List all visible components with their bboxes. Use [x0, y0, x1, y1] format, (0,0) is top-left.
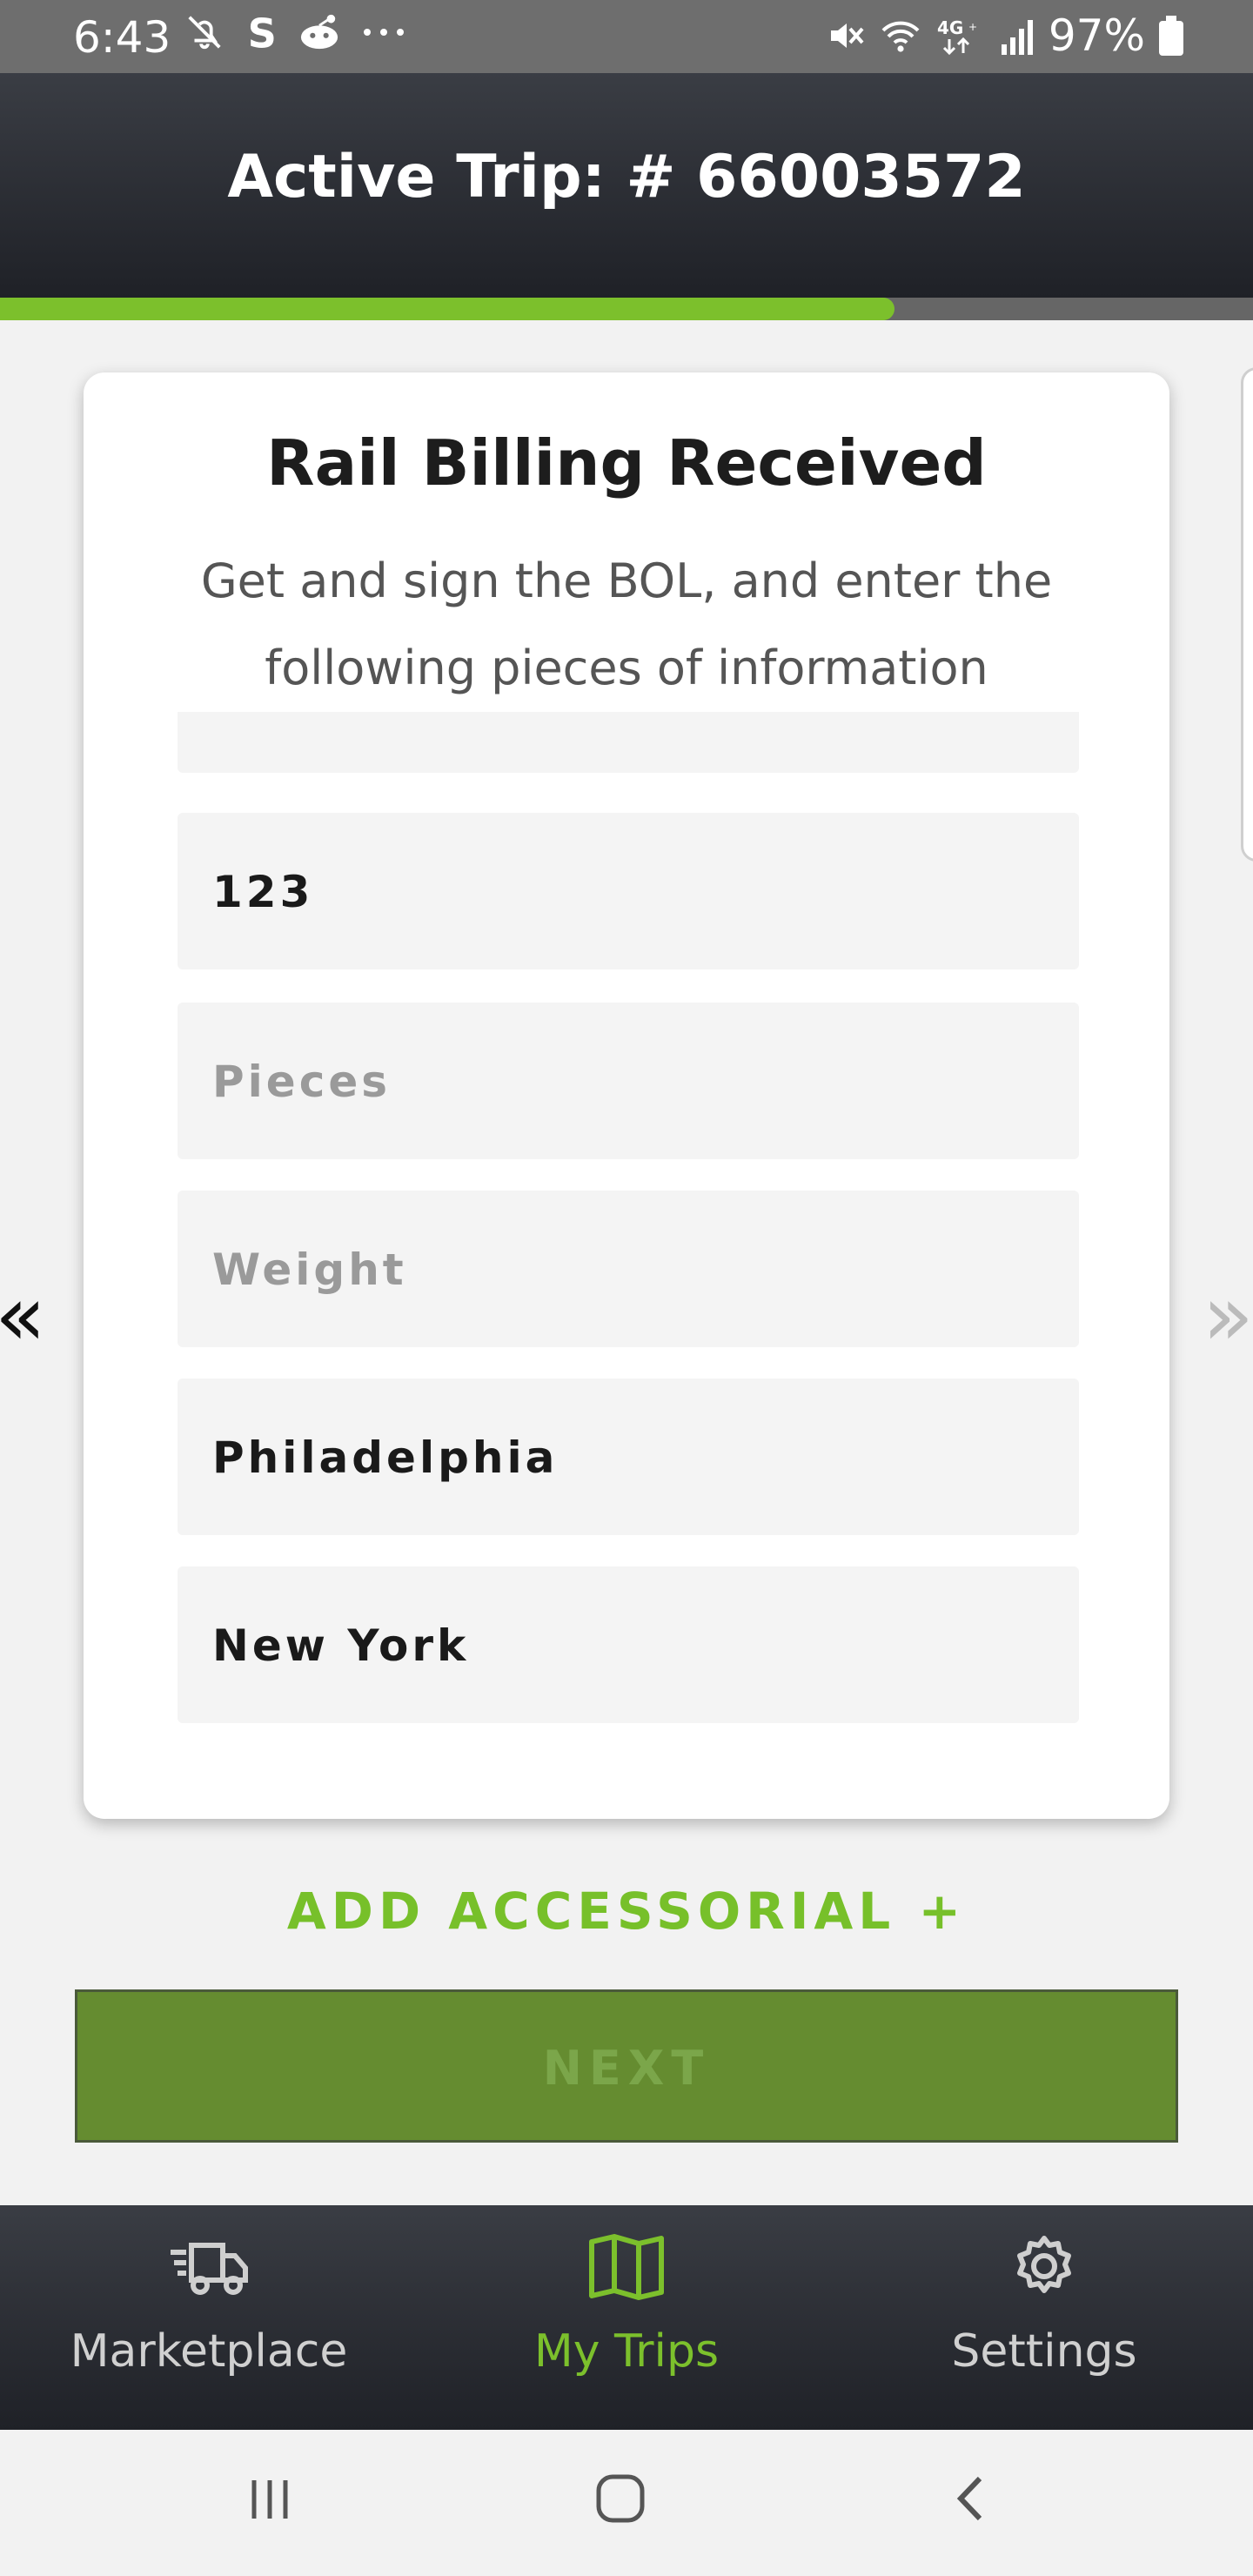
truck-icon — [171, 2243, 248, 2295]
status-right-icons: 4G + 97% — [824, 10, 1183, 61]
step-title: Rail Billing Received — [266, 426, 987, 500]
nav-item-my-trips[interactable]: My Trips — [418, 2205, 835, 2430]
notifications-off-icon — [188, 16, 221, 50]
page-title: Active Trip: # 66003572 — [227, 143, 1026, 211]
lte-4g-icon: 4G + — [937, 17, 977, 56]
svg-text:4G: 4G — [937, 17, 963, 38]
system-nav-bar — [0, 2430, 1253, 2576]
s-app-icon: S — [248, 10, 277, 54]
nav-label-marketplace: Marketplace — [70, 2325, 348, 2378]
next-step-arrow[interactable]: » — [1203, 1267, 1253, 1365]
next-card-peek[interactable] — [1241, 367, 1253, 862]
nav-label-my-trips: My Trips — [533, 2325, 720, 2378]
app-header: Active Trip: # 66003572 — [0, 73, 1253, 298]
weight-input[interactable]: Weight — [178, 1191, 1079, 1347]
nav-item-settings[interactable]: Settings — [835, 2205, 1253, 2430]
form-fields: Dun.. 123 Pieces Weight Philadelphia New… — [178, 712, 1079, 1756]
status-time: 6:43 — [73, 12, 171, 63]
battery-percent: 97% — [1048, 10, 1145, 61]
pieces-input[interactable]: Pieces — [178, 1003, 1079, 1159]
battery-icon — [1159, 16, 1183, 56]
add-accessorial-button[interactable]: ADD ACCESSORIAL + — [0, 1882, 1253, 1941]
previous-step-arrow[interactable]: « — [0, 1267, 46, 1365]
step-card: Rail Billing Received Get and sign the B… — [84, 372, 1169, 1819]
field-number-value: 123 — [212, 867, 314, 917]
origin-value: Philadelphia — [212, 1432, 559, 1483]
destination-value: New York — [212, 1620, 470, 1671]
signal-icon — [1001, 20, 1033, 55]
destination-input[interactable]: New York — [178, 1566, 1079, 1723]
next-button-label: NEXT — [542, 2041, 711, 2096]
reddit-icon — [300, 14, 338, 50]
trip-progress-bar — [0, 298, 1253, 320]
home-icon[interactable] — [592, 2470, 649, 2527]
field-number[interactable]: 123 — [178, 813, 1079, 969]
status-left-icons: S — [184, 10, 407, 54]
nav-item-marketplace[interactable]: Marketplace — [0, 2205, 418, 2430]
app-root: 6:43 S 4G + 97% Active Trip: # 66003572 R… — [0, 0, 1253, 2576]
pieces-placeholder: Pieces — [212, 1057, 392, 1107]
status-bar: 6:43 S 4G + 97% — [0, 0, 1253, 73]
next-button[interactable]: NEXT — [75, 1989, 1178, 2143]
weight-placeholder: Weight — [212, 1244, 407, 1295]
nav-label-settings: Settings — [951, 2325, 1137, 2378]
recent-apps-icon[interactable] — [244, 2473, 296, 2526]
trip-progress-fill — [0, 298, 895, 320]
mute-icon — [830, 23, 864, 48]
more-dots-icon — [364, 29, 404, 36]
step-instructions: Get and sign the BOL, and enter the foll… — [200, 553, 1053, 695]
origin-input[interactable]: Philadelphia — [178, 1379, 1079, 1535]
field-carrier[interactable]: Dun.. — [178, 712, 1079, 773]
back-icon[interactable] — [948, 2472, 992, 2526]
gear-icon — [1017, 2236, 1071, 2293]
svg-text:S: S — [248, 10, 277, 54]
bottom-nav: Marketplace My Trips Settings — [0, 2205, 1253, 2430]
wifi-calling-icon — [881, 21, 920, 52]
svg-text:+: + — [968, 21, 977, 33]
field-carrier-value: Dun.. — [212, 712, 361, 721]
map-icon — [589, 2234, 664, 2300]
